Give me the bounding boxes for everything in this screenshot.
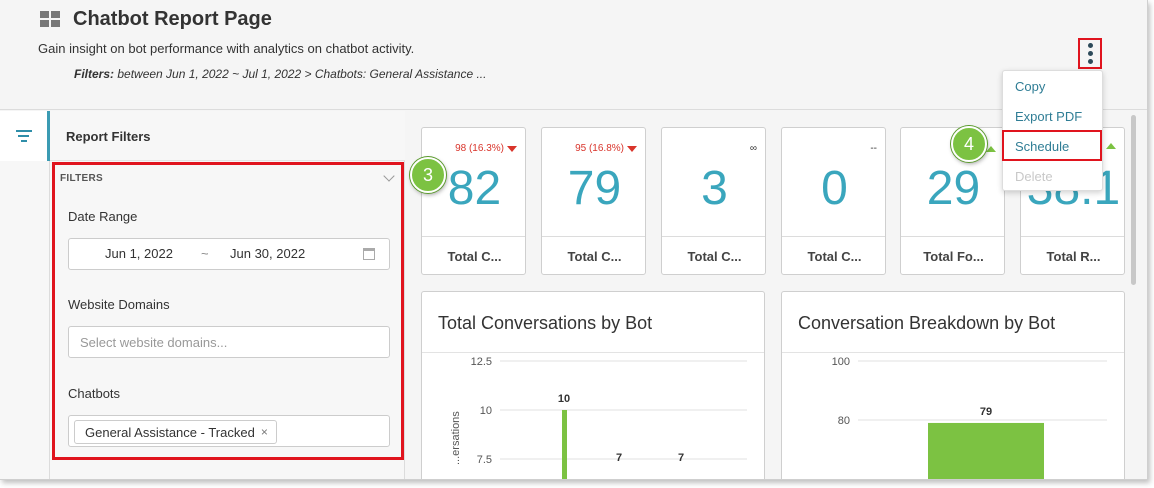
panel-header: Report Filters (50, 111, 405, 161)
kpi-label: Total C... (447, 249, 502, 264)
page-title: Chatbot Report Page (73, 8, 272, 30)
website-domains-label: Website Domains (68, 297, 170, 312)
panel-title: Report Filters (66, 129, 151, 144)
dot-icon (1087, 43, 1093, 48)
bar (928, 422, 1044, 479)
bar-chart-conversation-breakdown: 100 80 79 (832, 356, 1107, 479)
kpi-delta: ∞ (750, 143, 757, 154)
filter-icon (15, 130, 32, 142)
bar-chart-total-conversations: 12.5 10 7.5 ...ersations 10 7 7 (450, 356, 747, 479)
step-callout-3: 3 (410, 157, 446, 193)
report-filters-panel: Report Filters FILTERS Date Range Jun 1,… (50, 111, 405, 479)
kpi-value: 79 (567, 162, 622, 215)
kpi-label: Total R... (1046, 249, 1101, 264)
bar (562, 410, 567, 479)
date-separator: ~ (201, 246, 209, 261)
sidebar-rail (0, 111, 50, 479)
kpi-delta: -- (870, 143, 877, 154)
website-domains-placeholder: Select website domains... (80, 335, 228, 350)
menu-item-copy[interactable]: Copy (1015, 79, 1045, 94)
kpi-card[interactable]: 98 (16.3%) 82 Total C... (421, 127, 526, 275)
filters-section: FILTERS Date Range Jun 1, 2022 ~ Jun 30,… (52, 162, 404, 460)
kpi-value: 29 (926, 162, 981, 215)
filter-summary-text: between Jun 1, 2022 ~ Jul 1, 2022 > Chat… (114, 67, 487, 81)
kpi-label: Total C... (687, 249, 742, 264)
kpi-card[interactable]: 95 (16.8%) 79 Total C... (541, 127, 646, 275)
chatbot-tag: General Assistance - Tracked × (74, 420, 277, 444)
page-header: Chatbot Report Page Gain insight on bot … (0, 0, 1147, 110)
data-label: 79 (980, 406, 992, 418)
step-callout-4: 4 (951, 126, 987, 162)
chart-title: Conversation Breakdown by Bot (798, 313, 1056, 333)
date-range-picker[interactable]: Jun 1, 2022 ~ Jun 30, 2022 (68, 238, 390, 270)
website-domains-input[interactable]: Select website domains... (68, 326, 390, 358)
kpi-value: 3 (701, 162, 728, 215)
scrollbar[interactable] (1131, 115, 1136, 285)
data-label: 7 (616, 452, 622, 464)
close-icon[interactable]: × (261, 425, 268, 439)
trend-up-icon (1106, 143, 1116, 149)
menu-item-delete: Delete (1015, 169, 1053, 184)
date-end: Jun 30, 2022 (230, 246, 306, 261)
chatbots-label: Chatbots (68, 386, 121, 401)
kpi-delta-text: 95 (16.8%) (575, 143, 624, 154)
kpi-delta: 98 (16.3%) (455, 143, 517, 154)
chart-card-conversation-breakdown: Conversation Breakdown by Bot 100 80 79 (781, 291, 1125, 479)
kpi-delta: 95 (16.8%) (575, 143, 637, 154)
calendar-icon[interactable] (363, 248, 375, 260)
chevron-down-icon[interactable] (383, 170, 395, 182)
date-start: Jun 1, 2022 (105, 246, 173, 261)
dot-icon (1087, 59, 1093, 64)
y-tick-label: 10 (480, 405, 492, 417)
y-axis-label: ...ersations (450, 411, 462, 465)
filter-summary-label: Filters: (74, 67, 115, 81)
dot-icon (1087, 51, 1093, 56)
menu-item-export-pdf[interactable]: Export PDF (1015, 109, 1082, 124)
trend-down-icon (627, 145, 637, 152)
more-options-button[interactable] (1078, 38, 1102, 69)
schedule-highlight (1002, 130, 1102, 161)
chatbot-tag-label: General Assistance - Tracked (85, 424, 255, 440)
kpi-label: Total C... (807, 249, 862, 264)
page-description: Gain insight on bot performance with ana… (38, 41, 415, 56)
chatbots-select[interactable]: General Assistance - Tracked × (68, 415, 390, 447)
filters-section-label: FILTERS (60, 173, 104, 184)
date-range-label: Date Range (68, 209, 138, 224)
chart-title: Total Conversations by Bot (438, 313, 653, 333)
kpi-label: Total C... (567, 249, 622, 264)
chart-card-total-conversations: Total Conversations by Bot 12.5 10 7.5 ...e… (421, 291, 765, 479)
kpi-delta (1103, 143, 1116, 149)
y-tick-label: 12.5 (471, 356, 492, 368)
y-tick-label: 80 (838, 415, 850, 427)
kpi-delta-text: -- (870, 143, 877, 154)
kpi-delta-text: ∞ (749, 143, 757, 154)
kpi-card[interactable]: -- 0 Total C... (781, 127, 886, 275)
report-window: Chatbot Report Page Gain insight on bot … (0, 0, 1148, 480)
filter-toggle-button[interactable] (0, 111, 50, 161)
kpi-value: 0 (821, 162, 848, 215)
dashboard-grid-icon (40, 11, 60, 27)
trend-up-icon (986, 145, 996, 152)
filter-summary: Filters: between Jun 1, 2022 ~ Jul 1, 20… (74, 67, 486, 81)
y-tick-label: 100 (832, 356, 850, 368)
kpi-card[interactable]: ∞ 3 Total C... (661, 127, 766, 275)
data-label: 7 (678, 452, 684, 464)
data-label: 10 (558, 393, 570, 405)
kpi-delta-text: 98 (16.3%) (455, 143, 504, 154)
y-tick-label: 7.5 (477, 454, 492, 466)
trend-down-icon (507, 145, 517, 152)
kpi-label: Total Fo... (923, 249, 984, 264)
